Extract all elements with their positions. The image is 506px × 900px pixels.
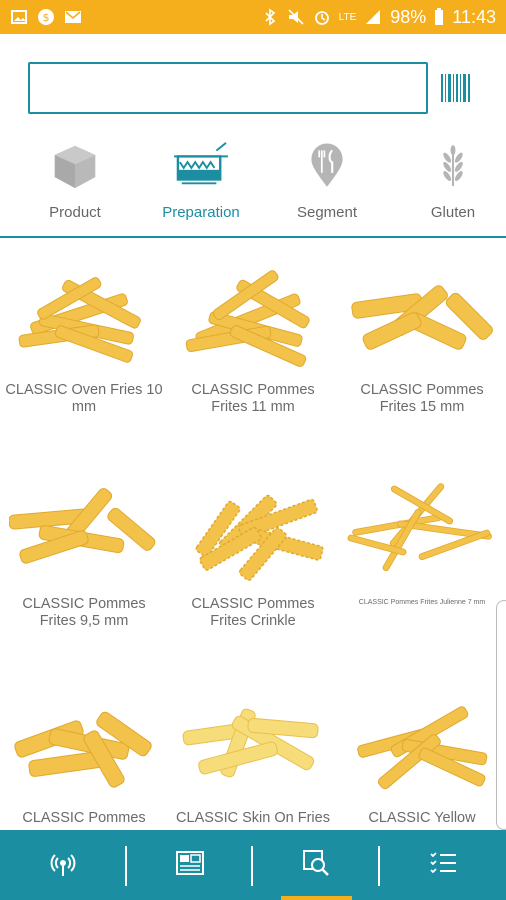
fryer-icon: [171, 140, 231, 192]
product-grid: CLASSIC Oven Fries 10 mm CLASSIC Pommes …: [0, 238, 506, 830]
fries-image: [178, 268, 328, 368]
gallery-icon: [10, 8, 28, 26]
product-card[interactable]: CLASSIC Pommes Frites 11 mm: [169, 238, 337, 452]
nav-news[interactable]: [0, 830, 127, 900]
search-row: [28, 62, 478, 114]
tab-segment[interactable]: Segment: [274, 140, 380, 236]
product-card[interactable]: CLASSIC Pommes Frites 9,5 mm: [0, 452, 168, 666]
clock: 11:43: [452, 6, 496, 27]
fries-image: [347, 482, 497, 582]
product-name: CLASSIC Pommes Frites 9,5 mm: [22, 596, 146, 629]
catalog-icon: [175, 848, 205, 883]
product-name: CLASSIC Pommes: [22, 810, 146, 826]
tab-label: Preparation: [162, 204, 240, 221]
fries-image: [347, 696, 497, 796]
bluetooth-icon: [261, 8, 279, 26]
filter-tabs: Product Preparation Segment Gluten: [0, 140, 506, 236]
nav-product-search[interactable]: [253, 830, 380, 900]
battery-percent: 98%: [390, 6, 427, 27]
tab-label: Product: [49, 204, 101, 221]
signal-icon: [364, 8, 382, 26]
tab-label: Gluten: [430, 204, 476, 221]
nav-checklist[interactable]: [380, 830, 506, 900]
coin-icon: $: [37, 8, 55, 26]
product-card[interactable]: CLASSIC Pommes Frites Crinkle: [169, 452, 337, 666]
fries-image: [178, 696, 328, 796]
product-name: CLASSIC Pommes Frites 11 mm: [191, 382, 315, 415]
bottom-nav: [0, 830, 506, 900]
product-card[interactable]: CLASSIC Pommes: [0, 666, 168, 830]
tab-gluten[interactable]: Gluten: [400, 140, 506, 236]
product-name: CLASSIC Yellow: [368, 810, 476, 826]
alarm-icon: [313, 8, 331, 26]
nav-catalog[interactable]: [127, 830, 254, 900]
checklist-icon: [428, 848, 458, 883]
product-card[interactable]: CLASSIC Skin On Fries: [169, 666, 337, 830]
network-label: LTE: [338, 11, 357, 23]
product-name: CLASSIC Oven Fries 10 mm: [5, 382, 163, 415]
product-card[interactable]: CLASSIC Oven Fries 10 mm: [0, 238, 168, 452]
product-name: CLASSIC Pommes Frites 15 mm: [360, 382, 484, 415]
mail-icon: [64, 8, 82, 26]
product-name: CLASSIC Pommes Frites Crinkle: [191, 596, 315, 629]
box-icon: [45, 140, 105, 192]
tab-label: Segment: [296, 204, 358, 221]
barcode-scan-icon[interactable]: [440, 72, 472, 104]
product-name: CLASSIC Skin On Fries: [176, 810, 330, 826]
svg-text:$: $: [43, 11, 50, 24]
battery-icon: [434, 8, 444, 26]
search-input[interactable]: [28, 62, 428, 114]
scroll-handle[interactable]: [496, 600, 506, 830]
broadcast-icon: [48, 848, 78, 883]
product-card[interactable]: CLASSIC Yellow: [338, 666, 506, 830]
wheat-icon: [423, 140, 483, 192]
search-product-icon: [301, 848, 331, 883]
fries-image: [9, 696, 159, 796]
mute-icon: [287, 8, 305, 26]
fries-image: [8, 482, 159, 582]
product-card[interactable]: CLASSIC Pommes Frites Julienne 7 mm: [338, 452, 506, 666]
fries-image: [347, 268, 497, 368]
product-name: CLASSIC Pommes Frites Julienne 7 mm: [358, 599, 486, 606]
fries-image: [178, 482, 328, 582]
tab-preparation[interactable]: Preparation: [148, 140, 254, 236]
tab-product[interactable]: Product: [22, 140, 128, 236]
fries-image: [9, 268, 159, 368]
product-card[interactable]: CLASSIC Pommes Frites 15 mm: [338, 238, 506, 452]
status-bar: $ LTE 98% 11:43: [0, 0, 506, 34]
cutlery-pin-icon: [297, 140, 357, 192]
